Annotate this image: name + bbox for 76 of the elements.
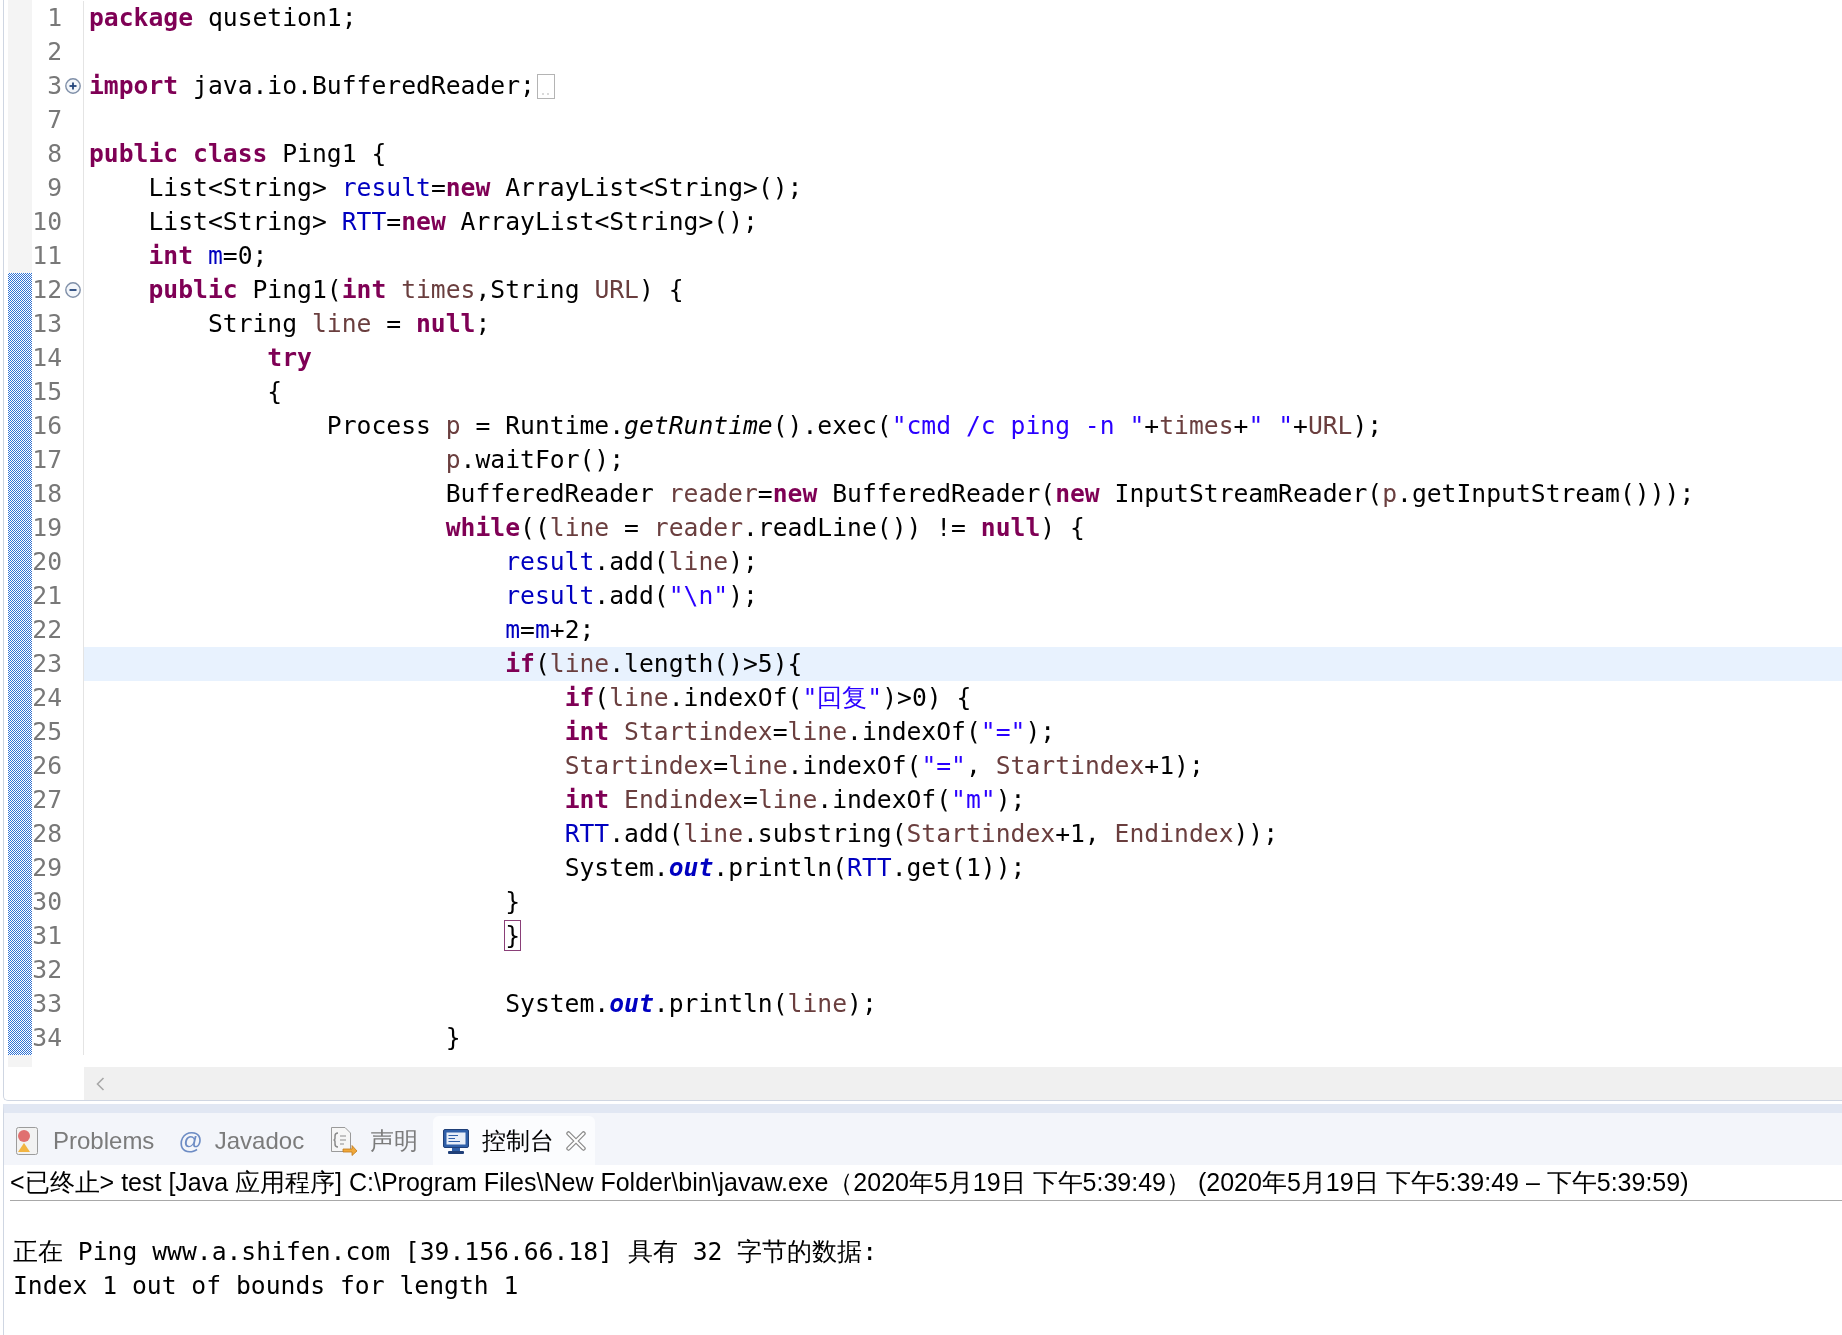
line-number: 10 xyxy=(32,206,62,238)
line-number: 19 xyxy=(32,512,62,544)
line-number: 16 xyxy=(32,410,62,442)
code-line: package qusetion1; xyxy=(89,2,357,34)
code-line: while((line = reader.readLine()) != null) { xyxy=(445,512,1085,544)
line-number: 17 xyxy=(32,444,62,476)
code-line: import java.io.BufferedReader; xyxy=(89,70,535,102)
tab[interactable]: 控制台 xyxy=(433,1116,596,1165)
code-line: int m=0; xyxy=(148,240,268,272)
code-line: m=m+2; xyxy=(505,614,595,646)
horizontal-scrollbar[interactable] xyxy=(84,1067,1842,1100)
line-number: 3 xyxy=(47,70,62,102)
close-icon[interactable] xyxy=(566,1130,587,1151)
tab[interactable]: 声明 xyxy=(319,1116,428,1165)
code-line: } xyxy=(505,886,521,918)
monitor-icon xyxy=(442,1126,471,1155)
line-number: 11 xyxy=(32,240,62,272)
line-number: 22 xyxy=(32,614,62,646)
line-number: 26 xyxy=(32,750,62,782)
minus-circle-icon[interactable] xyxy=(64,282,81,298)
line-number: 29 xyxy=(32,852,62,884)
line-number: 13 xyxy=(32,308,62,340)
line-number: 25 xyxy=(32,716,62,748)
document-arrow-icon xyxy=(328,1125,359,1156)
console-output-line: 正在 Ping www.a.shifen.com [39.156.66.18] 具有 32 字节的数据: xyxy=(13,1236,878,1268)
code-line: int Endindex=line.indexOf("m"); xyxy=(564,784,1026,816)
line-number: 15 xyxy=(32,376,62,408)
line-number: 34 xyxy=(32,1022,62,1054)
line-number: 32 xyxy=(32,954,62,986)
code-line: result.add("\n"); xyxy=(505,580,758,612)
code-line: } xyxy=(505,920,521,952)
line-number: 28 xyxy=(32,818,62,850)
tab[interactable]: @ Javadoc xyxy=(169,1116,314,1165)
plus-circle-icon[interactable] xyxy=(64,78,81,94)
code-line: BufferedReader reader=new BufferedReader(new InputStreamReader(p.getInputStream())); xyxy=(445,478,1695,510)
collapsed-code-icon[interactable] xyxy=(536,73,555,99)
line-number: 9 xyxy=(47,172,62,204)
line-number: 1 xyxy=(47,2,62,34)
code-line: if(line.length()>5){ xyxy=(505,648,803,680)
line-number: 12 xyxy=(32,274,62,306)
code-line: try xyxy=(267,342,312,374)
line-number: 14 xyxy=(32,342,62,374)
line-number: 33 xyxy=(32,988,62,1020)
line-number: 21 xyxy=(32,580,62,612)
code-line: List<String> RTT=new ArrayList<String>(); xyxy=(148,206,758,238)
line-number: 18 xyxy=(32,478,62,510)
error-warning-icon xyxy=(13,1125,41,1156)
line-number: 20 xyxy=(32,546,62,578)
code-line: } xyxy=(445,1022,461,1054)
code-line: String line = null; xyxy=(207,308,491,340)
code-line: int Startindex=line.indexOf("="); xyxy=(564,716,1056,748)
code-line: if(line.indexOf("回复")>0) { xyxy=(564,682,972,714)
line-number: 2 xyxy=(47,36,62,68)
code-line: { xyxy=(267,376,283,408)
console-output-line: Index 1 out of bounds for length 1 xyxy=(13,1270,519,1302)
code-line: public Ping1(int times,String URL) { xyxy=(148,274,684,306)
code-line: Startindex=line.indexOf("=", Startindex+1); xyxy=(564,750,1204,782)
line-number: 30 xyxy=(32,886,62,918)
code-line: List<String> result=new ArrayList<String>(); xyxy=(148,172,803,204)
code-line: p.waitFor(); xyxy=(445,444,625,476)
line-number: 8 xyxy=(47,138,62,170)
line-number: 23 xyxy=(32,648,62,680)
line-number: 7 xyxy=(47,104,62,136)
code-line: public class Ping1 { xyxy=(89,138,387,170)
line-number: 24 xyxy=(32,682,62,714)
code-line: System.out.println(RTT.get(1)); xyxy=(564,852,1026,884)
chevron-left-icon[interactable] xyxy=(96,1076,105,1091)
code-line: System.out.println(line); xyxy=(505,988,877,1020)
code-line: result.add(line); xyxy=(505,546,758,578)
tab[interactable]: Problems xyxy=(4,1116,164,1165)
at-sign-icon: @ xyxy=(178,1128,203,1153)
line-number: 31 xyxy=(32,920,62,952)
console-title: <已终止> test [Java 应用程序] C:\Program Files\New Folder\bin\javaw.exe（2020年5月19日 下午5:39:49） (2020年5月19日 下午5:39:49 – 下午5:39:59) xyxy=(10,1167,1689,1198)
code-line: RTT.add(line.substring(Startindex+1, Endindex)); xyxy=(564,818,1279,850)
line-number: 27 xyxy=(32,784,62,816)
code-line: Process p = Runtime.getRuntime().exec("cmd /c ping -n "+times+" "+URL); xyxy=(326,410,1383,442)
